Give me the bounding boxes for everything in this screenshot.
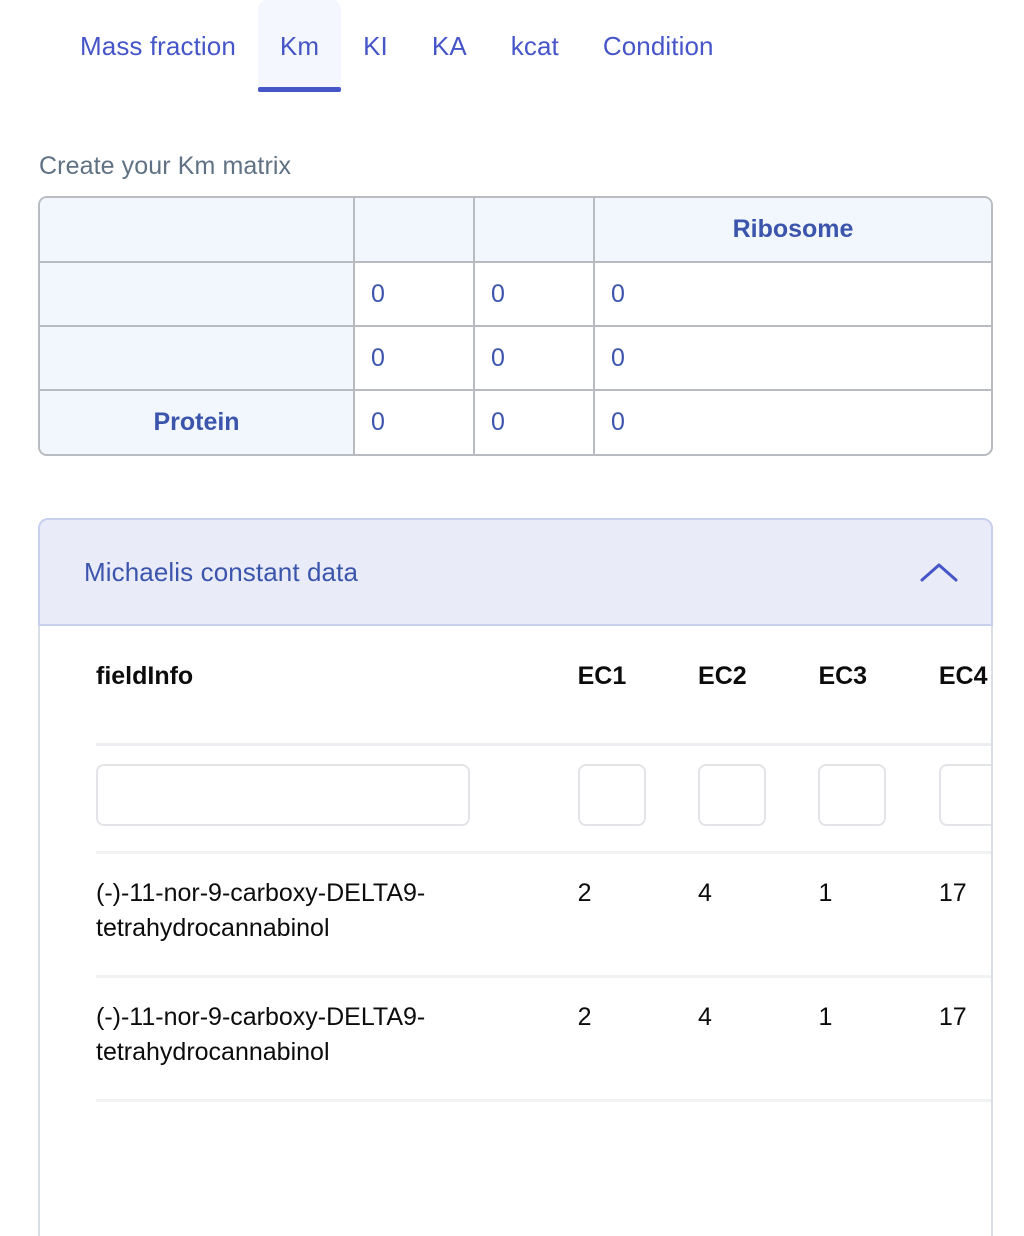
tab-kcat[interactable]: kcat [489, 0, 581, 92]
matrix-header-col-2 [474, 198, 595, 263]
cell-ec1: 2 [577, 852, 699, 978]
cell-fieldinfo: (-)-11-nor-9-carboxy-DELTA9-tetrahydroca… [96, 852, 578, 978]
table-row[interactable]: (-)-11-nor-9-carboxy-DELTA9-tetrahydroca… [96, 976, 991, 1102]
filter-input-ec2[interactable] [698, 763, 767, 826]
filter-cell-ec1 [577, 744, 699, 854]
matrix-header-col-1 [354, 198, 475, 263]
cell-ec2: 4 [698, 976, 819, 1102]
filter-cell-fieldinfo [96, 744, 578, 854]
matrix-cell[interactable]: 0 [594, 390, 991, 454]
km-matrix-table: Ribosome 0 0 0 0 0 0 Protein 0 0 0 [38, 196, 993, 456]
filter-input-fieldinfo[interactable] [96, 763, 470, 826]
cell-ec2: 4 [698, 852, 819, 978]
tab-bar: Mass fraction Km KI KA kcat Condition [0, 0, 1024, 96]
km-matrix-page: Mass fraction Km KI KA kcat Condition Cr… [0, 0, 1024, 1236]
matrix-section-label: Create your Km matrix [39, 152, 292, 180]
cell-ec4: 17 [938, 976, 991, 1102]
filter-input-ec3[interactable] [818, 763, 887, 826]
data-table-scroll-area[interactable]: fieldInfo EC1 EC2 EC3 EC4 organism [40, 626, 991, 1236]
matrix-row-label-protein: Protein [40, 390, 355, 454]
matrix-cell[interactable]: 0 [474, 326, 595, 391]
cell-fieldinfo: (-)-11-nor-9-carboxy-DELTA9-tetrahydroca… [96, 976, 578, 1102]
matrix-cell[interactable]: 0 [474, 262, 595, 327]
cell-ec1: 2 [577, 976, 699, 1102]
filter-cell-ec4 [938, 744, 991, 854]
matrix-row-label-0 [40, 262, 355, 327]
tab-ka[interactable]: KA [410, 0, 489, 92]
michaelis-constant-accordion: Michaelis constant data fieldInfo EC1 EC… [38, 518, 993, 1236]
tab-km[interactable]: Km [257, 0, 342, 92]
matrix-row: 0 0 0 [40, 326, 991, 391]
matrix-row: Protein 0 0 0 [40, 390, 991, 454]
matrix-header-row: Ribosome [40, 198, 991, 263]
accordion-body: fieldInfo EC1 EC2 EC3 EC4 organism [38, 626, 993, 1236]
matrix-header-corner [40, 198, 355, 263]
matrix-cell[interactable]: 0 [354, 390, 475, 454]
data-table-header-row: fieldInfo EC1 EC2 EC3 EC4 organism [96, 626, 991, 746]
accordion-title: Michaelis constant data [84, 556, 359, 587]
filter-input-ec4[interactable] [938, 763, 991, 826]
filter-cell-ec3 [818, 744, 939, 854]
data-table-filter-row [96, 744, 991, 854]
matrix-cell[interactable]: 0 [594, 262, 991, 327]
table-row[interactable]: (-)-11-nor-9-carboxy-DELTA9-tetrahydroca… [96, 852, 991, 978]
cell-ec3: 1 [818, 976, 939, 1102]
accordion-header[interactable]: Michaelis constant data [38, 518, 993, 626]
michaelis-data-table: fieldInfo EC1 EC2 EC3 EC4 organism [96, 626, 991, 1102]
tab-condition[interactable]: Condition [581, 0, 736, 92]
cell-ec3: 1 [818, 852, 939, 978]
filter-cell-ec2 [698, 744, 819, 854]
column-header-ec4[interactable]: EC4 [938, 626, 991, 746]
matrix-cell[interactable]: 0 [354, 262, 475, 327]
matrix-cell[interactable]: 0 [474, 390, 595, 454]
column-header-ec3[interactable]: EC3 [818, 626, 939, 746]
filter-input-ec1[interactable] [577, 763, 646, 826]
matrix-cell[interactable]: 0 [354, 326, 475, 391]
matrix-header-col-3: Ribosome [594, 198, 991, 263]
column-header-ec2[interactable]: EC2 [698, 626, 819, 746]
column-header-ec1[interactable]: EC1 [577, 626, 699, 746]
column-header-fieldinfo[interactable]: fieldInfo [96, 626, 578, 746]
tab-mass-fraction[interactable]: Mass fraction [58, 0, 258, 92]
chevron-up-icon[interactable] [917, 550, 961, 594]
matrix-row-label-1 [40, 326, 355, 391]
matrix-cell[interactable]: 0 [594, 326, 991, 391]
tab-ki[interactable]: KI [341, 0, 410, 92]
cell-ec4: 17 [938, 852, 991, 978]
matrix-row: 0 0 0 [40, 262, 991, 327]
